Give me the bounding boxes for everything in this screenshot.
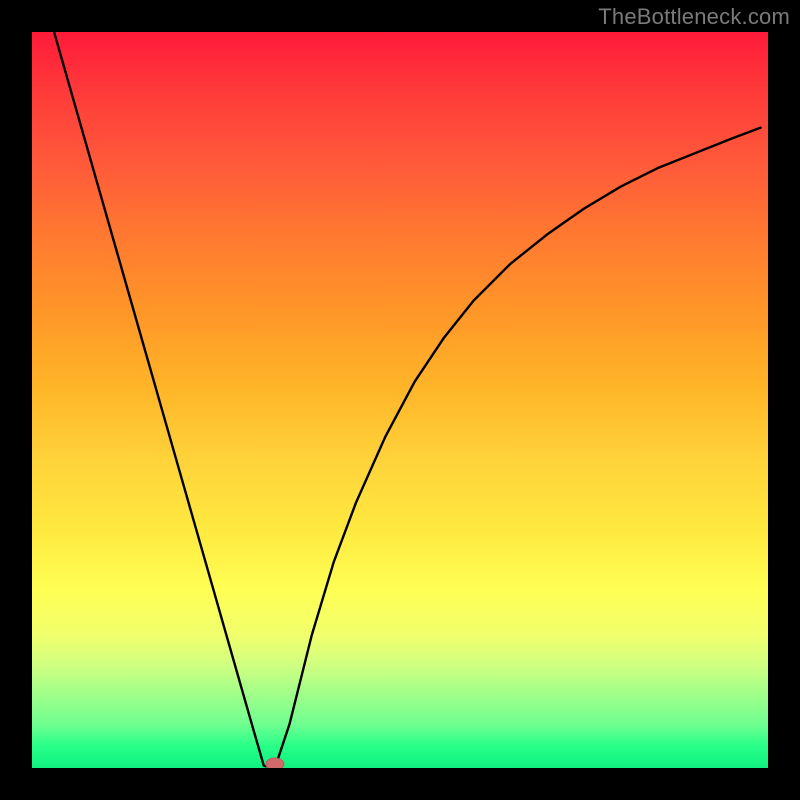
attribution-text: TheBottleneck.com	[598, 4, 790, 30]
bottleneck-curve	[54, 32, 761, 768]
min-marker	[266, 758, 284, 768]
chart-frame: TheBottleneck.com	[0, 0, 800, 800]
curve-layer	[32, 32, 768, 768]
plot-area	[32, 32, 768, 768]
